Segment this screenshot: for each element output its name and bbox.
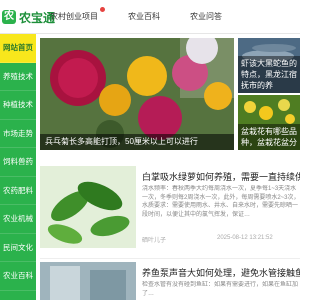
site-logo[interactable]: 农 农宝通 xyxy=(2,6,55,28)
nav-item-startup[interactable]: 农村创业项目 xyxy=(50,7,105,22)
article-summary: 浇水频率：春秋两季大约每周浇水一次，夏季每1~3天浇水一次，冬季则每2周浇水一次… xyxy=(142,186,300,218)
top-nav: 农村创业项目 农业百科 农业问答 xyxy=(50,7,252,22)
side-card-flowers[interactable]: 盆栽花有哪些品种，盆栽花盆分 xyxy=(238,95,300,150)
logo-icon: 农 xyxy=(2,10,16,24)
sidebar-item-planting[interactable]: 种植技术 xyxy=(0,91,36,120)
sidebar-item-culture[interactable]: 民间文化 xyxy=(0,234,36,262)
sidebar-item-breeding[interactable]: 养殖技术 xyxy=(0,63,36,91)
sidebar-item-feed[interactable]: 饲料兽药 xyxy=(0,148,36,177)
sidebar: 网站首页 养殖技术 种植技术 市场走势 饲料兽药 农药肥料 农业机械 民间文化 … xyxy=(0,34,36,300)
nav-item-label: 农村创业项目 xyxy=(50,12,98,21)
side-card-caption: 盆栽花有哪些品种，盆栽花盆分 xyxy=(238,124,300,150)
sidebar-item-market[interactable]: 市场走势 xyxy=(0,120,36,148)
hero-banner[interactable]: 兵乓菊长多高能打顶，50厘米以上可以进行 xyxy=(40,38,234,150)
side-card-caption: 虾该大黑蛇鱼的特点，黑龙江宿抚市的养 xyxy=(238,56,300,93)
hero-caption: 兵乓菊长多高能打顶，50厘米以上可以进行 xyxy=(40,134,234,150)
divider xyxy=(40,258,300,259)
article-title[interactable]: 养鱼泵声音大如何处理，避免水管接触鱼缸就不会产生 xyxy=(142,266,300,279)
article-author: 硒叶儿子 xyxy=(142,238,167,244)
nav-item-qa[interactable]: 农业问答 xyxy=(190,11,222,22)
plant-photo xyxy=(40,166,136,248)
side-card-fish[interactable]: 虾该大黑蛇鱼的特点，黑龙江宿抚市的养 xyxy=(238,38,300,93)
list-item[interactable]: 养鱼泵声音大如何处理，避免水管接触鱼缸就不会产生 检查水管有没有碰到鱼缸：如果有… xyxy=(40,262,300,300)
sidebar-item-wiki[interactable]: 农业百科 xyxy=(0,262,36,291)
new-badge-icon xyxy=(100,7,105,12)
article-thumbnail[interactable] xyxy=(40,166,136,248)
article-summary: 检查水管有没有碰到鱼缸：如果有需要进行，如果在鱼缸加了… xyxy=(142,282,299,297)
site-header: 农 农宝通 农村创业项目 农业百科 农业问答 xyxy=(0,0,300,34)
sidebar-item-pesticide[interactable]: 农药肥料 xyxy=(0,177,36,205)
article-title[interactable]: 白掌吸水绿萝如何养殖，需要一直持续供水 xyxy=(142,170,300,183)
list-item[interactable]: 白掌吸水绿萝如何养殖，需要一直持续供水 浇水频率：春秋两季大约每周浇水一次，夏季… xyxy=(40,166,300,256)
article-thumbnail[interactable] xyxy=(40,262,136,300)
sidebar-item-home[interactable]: 网站首页 xyxy=(0,34,36,63)
nav-item-encyclopedia[interactable]: 农业百科 xyxy=(128,11,160,22)
article-date: 2025-08-12 13:21:52 xyxy=(217,235,273,241)
aquarium-photo xyxy=(40,262,136,300)
sidebar-item-machinery[interactable]: 农业机械 xyxy=(0,205,36,234)
